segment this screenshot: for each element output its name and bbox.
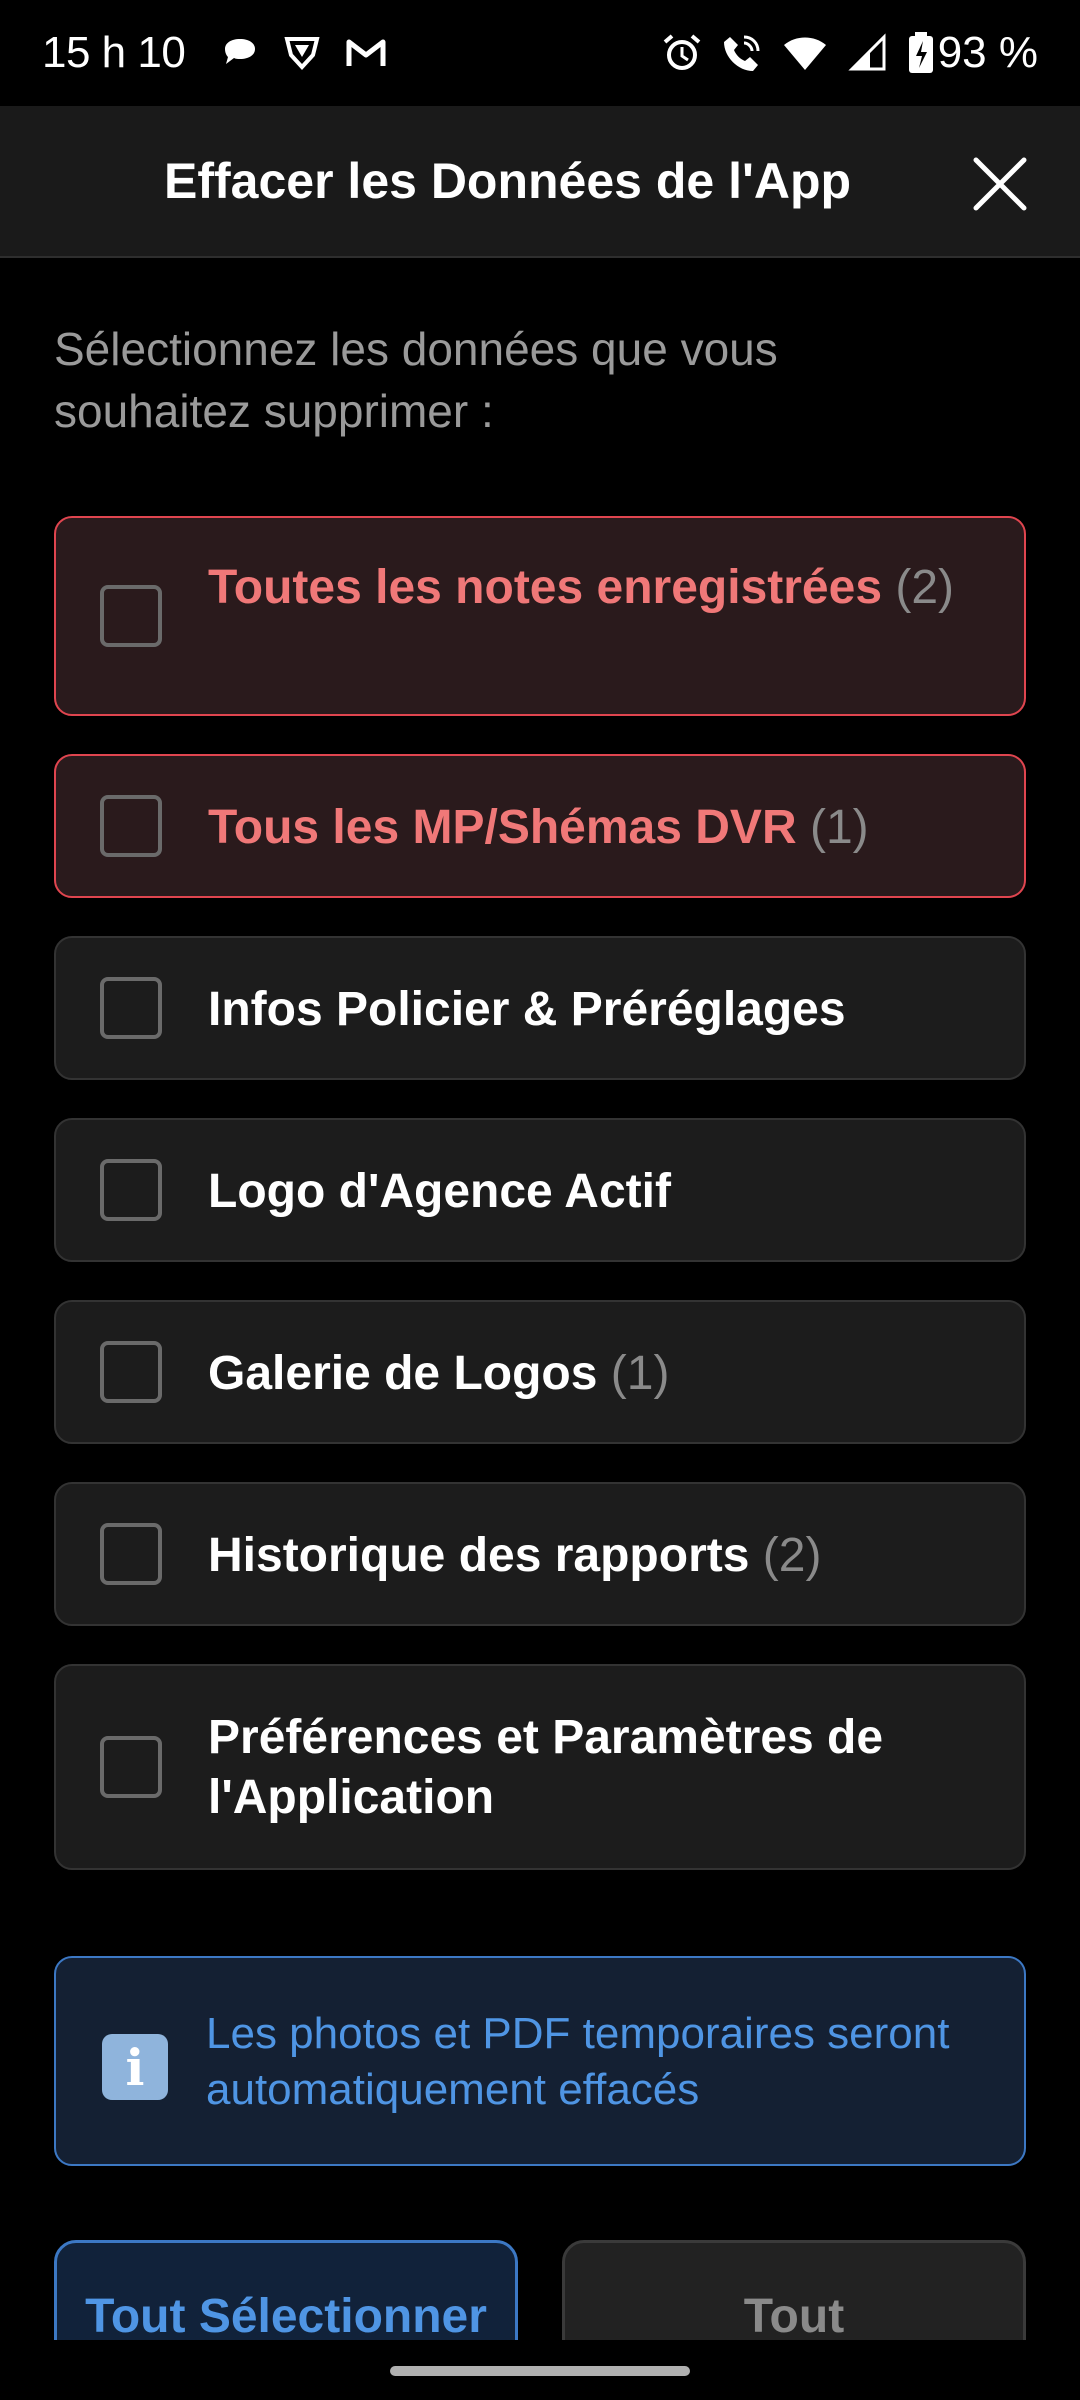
option-count: (1) — [809, 801, 869, 854]
option-count: (2) — [895, 561, 955, 614]
checkbox[interactable] — [100, 1341, 162, 1403]
wifi-call-icon — [722, 33, 762, 73]
home-indicator[interactable] — [390, 2366, 690, 2376]
dialog-title: Effacer les Données de l'App — [164, 153, 852, 209]
info-icon: i — [102, 2034, 168, 2100]
option-logo-gallery[interactable]: Galerie de Logos (1) — [54, 1300, 1026, 1444]
alarm-icon — [662, 33, 702, 73]
option-label: Galerie de Logos (1) — [208, 1347, 670, 1400]
option-label: Préférences et Paramètres de l'Applicati… — [208, 1711, 884, 1824]
option-count: (1) — [610, 1347, 670, 1400]
status-time: 15 h 10 — [42, 28, 186, 77]
dialog-header: Effacer les Données de l'App — [0, 106, 1080, 258]
checkbox[interactable] — [100, 1736, 162, 1798]
status-right: 93 % — [642, 28, 1038, 78]
status-left: 15 h 10 — [42, 28, 411, 78]
option-active-agency-logo[interactable]: Logo d'Agence Actif — [54, 1118, 1026, 1262]
option-saved-notes[interactable]: Toutes les notes enregistrées (2) — [54, 516, 1026, 716]
option-report-history[interactable]: Historique des rapports (2) — [54, 1482, 1026, 1626]
info-notice: i Les photos et PDF temporaires seront a… — [54, 1956, 1026, 2166]
chat-bubble-icon — [221, 35, 259, 71]
status-bar: 15 h 10 93 % — [0, 0, 1080, 106]
wifi-icon — [782, 34, 828, 72]
checkbox[interactable] — [100, 1159, 162, 1221]
option-police-info-presets[interactable]: Infos Policier & Préréglages — [54, 936, 1026, 1080]
vpn-shield-icon — [283, 35, 321, 71]
action-buttons: Tout Sélectionner Tout — [0, 2236, 1080, 2340]
option-count: (2) — [762, 1529, 822, 1582]
battery-charging-icon — [908, 32, 934, 74]
option-dvr-schemas[interactable]: Tous les MP/Shémas DVR (1) — [54, 754, 1026, 898]
clear-app-data-screen: 15 h 10 93 % Effacer les Données de l'Ap… — [0, 0, 1080, 2400]
checkbox[interactable] — [100, 1523, 162, 1585]
close-icon — [973, 157, 1027, 211]
option-label: Toutes les notes enregistrées (2) — [208, 561, 955, 614]
option-label: Tous les MP/Shémas DVR (1) — [208, 801, 869, 854]
checkbox[interactable] — [100, 795, 162, 857]
signal-icon — [848, 33, 888, 73]
close-button[interactable] — [966, 150, 1034, 218]
gmail-icon — [345, 36, 387, 70]
option-label: Historique des rapports (2) — [208, 1529, 822, 1582]
option-app-preferences-settings[interactable]: Préférences et Paramètres de l'Applicati… — [54, 1664, 1026, 1870]
instruction-text: Sélectionnez les données que vous souhai… — [54, 323, 778, 437]
select-all-button[interactable]: Tout Sélectionner — [54, 2240, 518, 2340]
checkbox[interactable] — [100, 585, 162, 647]
option-label: Logo d'Agence Actif — [208, 1165, 671, 1218]
checkbox[interactable] — [100, 977, 162, 1039]
battery-percentage: 93 % — [937, 28, 1038, 77]
option-label: Infos Policier & Préréglages — [208, 983, 846, 1036]
all-button[interactable]: Tout — [562, 2240, 1026, 2340]
info-text: Les photos et PDF temporaires seront aut… — [206, 2009, 950, 2114]
